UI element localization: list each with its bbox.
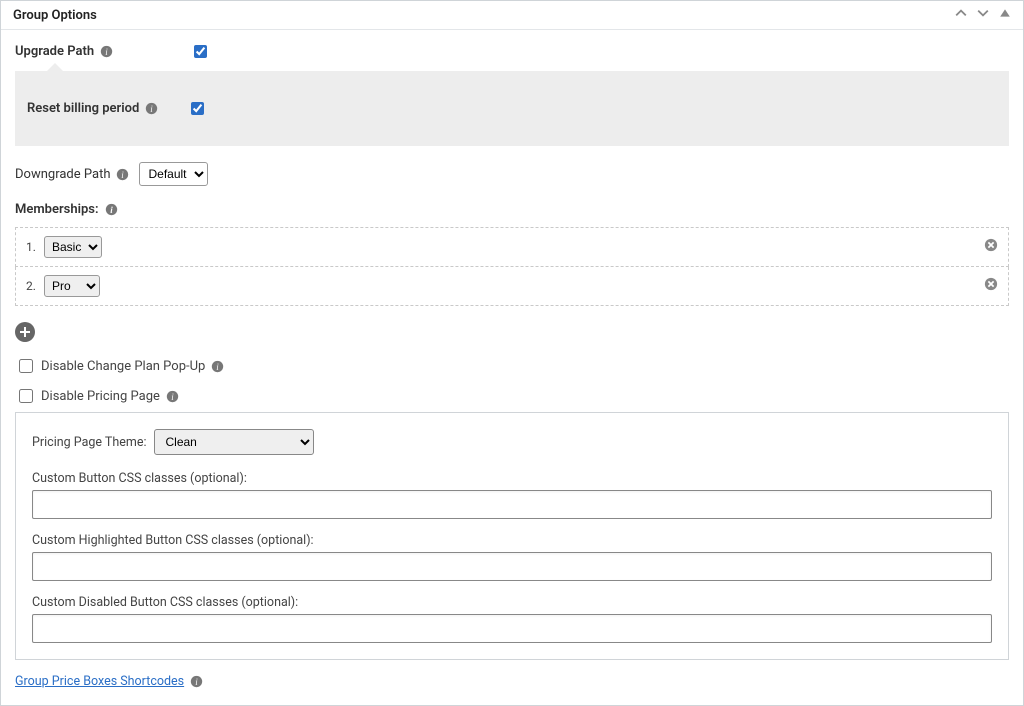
pricing-theme-row: Pricing Page Theme: Clean bbox=[32, 429, 992, 455]
remove-membership-button[interactable] bbox=[984, 238, 998, 256]
disable-change-plan-checkbox[interactable] bbox=[19, 359, 33, 373]
group-options-panel: Group Options Upgrade Path i Reset billi… bbox=[0, 0, 1024, 706]
custom-highlighted-css-field: Custom Highlighted Button CSS classes (o… bbox=[32, 533, 992, 581]
membership-select[interactable]: Pro bbox=[44, 275, 100, 297]
info-icon[interactable]: i bbox=[100, 45, 113, 58]
upgrade-path-row: Upgrade Path i bbox=[15, 42, 1009, 61]
custom-highlighted-css-input[interactable] bbox=[32, 552, 992, 581]
shortcodes-link-row: Group Price Boxes Shortcodes i bbox=[15, 674, 1009, 689]
downgrade-path-row: Downgrade Path i Default bbox=[15, 162, 1009, 186]
info-icon[interactable]: i bbox=[145, 102, 158, 115]
add-membership-button[interactable] bbox=[15, 322, 35, 342]
panel-header: Group Options bbox=[1, 1, 1023, 30]
pricing-theme-label: Pricing Page Theme: bbox=[32, 435, 146, 450]
custom-disabled-css-field: Custom Disabled Button CSS classes (opti… bbox=[32, 595, 992, 643]
membership-select[interactable]: Basic bbox=[44, 236, 102, 258]
toggle-triangle-icon[interactable] bbox=[999, 7, 1011, 23]
collapse-up-icon[interactable] bbox=[955, 7, 967, 23]
upgrade-path-label: Upgrade Path bbox=[15, 44, 94, 59]
custom-highlighted-css-label: Custom Highlighted Button CSS classes (o… bbox=[32, 533, 992, 548]
collapse-down-icon[interactable] bbox=[977, 7, 989, 23]
custom-disabled-css-input[interactable] bbox=[32, 614, 992, 643]
notch-indicator bbox=[47, 63, 63, 71]
reset-billing-label: Reset billing period bbox=[27, 101, 139, 116]
pricing-theme-select[interactable]: Clean bbox=[154, 429, 314, 455]
downgrade-path-select[interactable]: Default bbox=[139, 162, 208, 186]
custom-button-css-label: Custom Button CSS classes (optional): bbox=[32, 471, 992, 486]
membership-number: 2. bbox=[26, 279, 40, 293]
info-icon[interactable]: i bbox=[166, 390, 179, 403]
memberships-list: 1. Basic 2. Pro bbox=[15, 227, 1009, 306]
downgrade-path-label: Downgrade Path bbox=[15, 167, 110, 182]
membership-row: 1. Basic bbox=[15, 227, 1009, 267]
panel-controls bbox=[955, 7, 1011, 23]
reset-billing-row: Reset billing period i bbox=[27, 99, 997, 118]
custom-button-css-field: Custom Button CSS classes (optional): bbox=[32, 471, 992, 519]
memberships-label: Memberships: bbox=[15, 202, 99, 217]
upgrade-path-checkbox[interactable] bbox=[194, 45, 207, 58]
membership-row: 2. Pro bbox=[15, 267, 1009, 306]
memberships-label-row: Memberships: i bbox=[15, 202, 1009, 217]
panel-title: Group Options bbox=[13, 8, 97, 23]
reset-billing-block: Reset billing period i bbox=[15, 71, 1009, 146]
disable-pricing-page-checkbox[interactable] bbox=[19, 389, 33, 403]
shortcodes-link[interactable]: Group Price Boxes Shortcodes bbox=[15, 674, 184, 689]
reset-billing-checkbox[interactable] bbox=[191, 102, 204, 115]
custom-disabled-css-label: Custom Disabled Button CSS classes (opti… bbox=[32, 595, 992, 610]
info-icon[interactable]: i bbox=[105, 203, 118, 216]
disable-pricing-page-label: Disable Pricing Page bbox=[41, 389, 160, 404]
disable-change-plan-label: Disable Change Plan Pop-Up bbox=[41, 359, 205, 374]
pricing-page-settings: Pricing Page Theme: Clean Custom Button … bbox=[15, 412, 1009, 660]
disable-change-plan-row: Disable Change Plan Pop-Up i bbox=[15, 356, 1009, 376]
disable-pricing-page-row: Disable Pricing Page i bbox=[15, 386, 1009, 406]
remove-membership-button[interactable] bbox=[984, 277, 998, 295]
info-icon[interactable]: i bbox=[190, 675, 203, 688]
panel-body: Upgrade Path i Reset billing period i Do… bbox=[1, 30, 1023, 705]
info-icon[interactable]: i bbox=[211, 360, 224, 373]
membership-number: 1. bbox=[26, 240, 40, 254]
custom-button-css-input[interactable] bbox=[32, 490, 992, 519]
info-icon[interactable]: i bbox=[116, 168, 129, 181]
